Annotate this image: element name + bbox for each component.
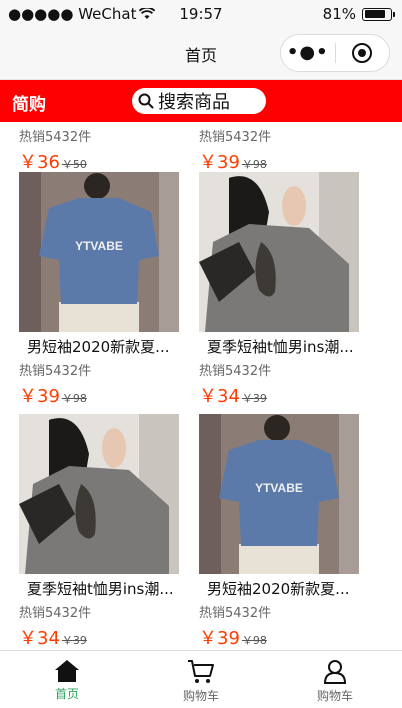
product-card[interactable]: YTVABE 男短袖2020新款夏... 热销5432件 ￥39 ￥98 [199,414,359,650]
tab-label: 购物车 [182,689,219,703]
tab-home[interactable]: 首页 [0,651,134,708]
product-card[interactable]: 夏季短袖t恤男ins潮... 热销5432件 ￥34 ￥39 [19,414,179,650]
sales-count: 热销5432件 [19,606,92,621]
product-name: 夏季短袖t恤男ins潮... [207,338,354,356]
more-menu-button[interactable]: •●• [281,34,335,72]
miniprogram-capsule: •●• [280,34,390,72]
status-bar: ●●●●● WeChat 19:57 81% [0,0,402,28]
cart-icon [188,660,214,683]
original-price: ￥39 [241,392,267,405]
product-image-blue-tshirt[interactable]: YTVABE [19,172,179,332]
product-grid: 热销5432件 ￥36 ￥50 热销5432件 ￥39 ￥98 YTVABE 男… [0,122,402,650]
tab-profile[interactable]: 购物车 [268,651,402,708]
search-header: 简购 搜索商品 [0,80,402,122]
original-price: ￥39 [61,634,87,647]
price: ￥34 [19,628,60,649]
sales-count: 热销5432件 [19,130,92,145]
tab-cart[interactable]: 购物车 [134,651,268,708]
battery-icon [362,7,395,21]
tab-label: 购物车 [316,689,353,703]
product-card-partial[interactable]: 热销5432件 ￥36 ￥50 [19,128,179,174]
search-icon [138,93,154,109]
shirt-print-text: YTVABE [75,239,123,253]
product-card-partial[interactable]: 热销5432件 ￥39 ￥98 [199,128,359,174]
product-name: 男短袖2020新款夏... [27,338,170,356]
price: ￥36 [19,152,60,173]
battery-percent: 81% [322,5,356,23]
product-image-grey-tshirt[interactable] [199,172,359,332]
sales-count: 热销5432件 [199,364,272,379]
sales-count: 热销5432件 [199,606,272,621]
original-price: ￥98 [241,634,267,647]
original-price: ￥50 [61,158,87,171]
price: ￥34 [199,386,240,407]
product-name: 男短袖2020新款夏... [207,580,350,598]
sales-count: 热销5432件 [19,364,92,379]
original-price: ￥98 [61,392,87,405]
product-name: 夏季短袖t恤男ins潮... [27,580,174,598]
home-icon [55,660,79,682]
price: ￥39 [199,152,240,173]
brand-logo: 简购 [12,95,46,115]
search-input[interactable]: 搜索商品 [132,88,266,114]
original-price: ￥98 [241,158,267,171]
search-placeholder: 搜索商品 [158,92,230,113]
price: ￥39 [199,628,240,649]
nav-bar: 首页 •●• [0,28,402,80]
tab-bar: 首页 购物车 购物车 [0,650,402,708]
user-icon [323,660,347,684]
product-card[interactable]: YTVABE 男短袖2020新款夏... 热销5432件 ￥39 ￥98 [19,172,179,408]
product-card[interactable]: 夏季短袖t恤男ins潮... 热销5432件 ￥34 ￥39 [199,172,359,408]
shirt-print-text: YTVABE [255,481,303,495]
price: ￥39 [19,386,60,407]
close-target-icon [352,43,373,63]
sales-count: 热销5432件 [199,130,272,145]
product-image-blue-tshirt[interactable]: YTVABE [199,414,359,574]
product-image-grey-tshirt[interactable] [19,414,179,574]
tab-label: 首页 [54,687,79,701]
close-button[interactable] [335,43,389,63]
